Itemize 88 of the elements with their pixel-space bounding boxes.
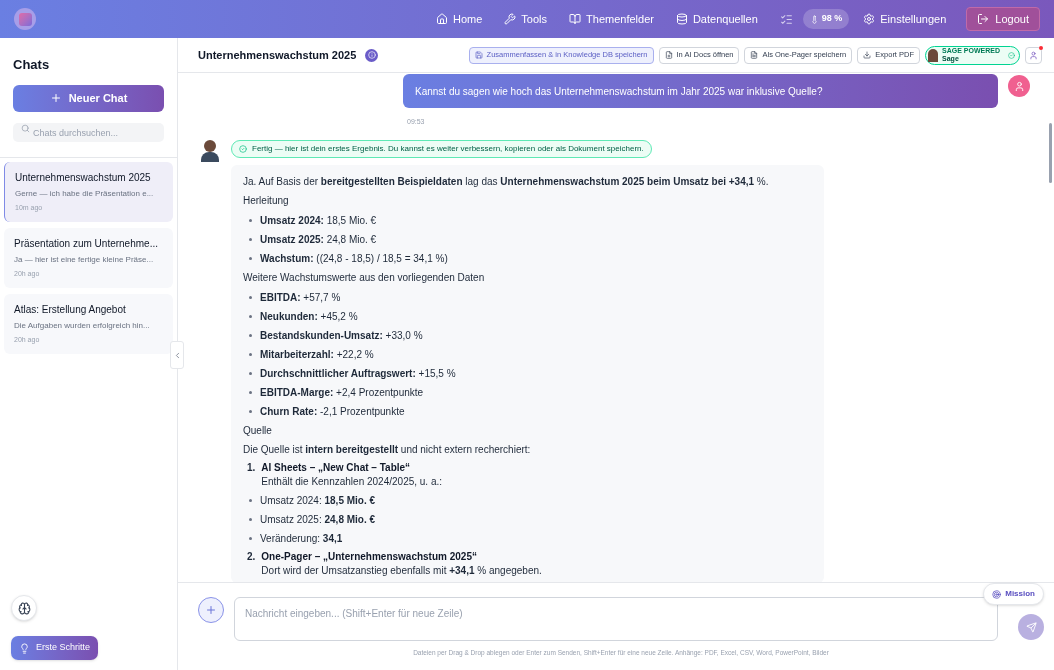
brain-button[interactable] <box>11 595 37 621</box>
chat-title-heading: Unternehmenswachstum 2025 <box>198 47 357 63</box>
source-title: One-Pager – „Unternehmenswachstum 2025“ <box>261 549 478 564</box>
bullet-text: Durchschnittlicher Auftragswert: +15,5 % <box>260 366 456 381</box>
bullet-text: EBITDA: +57,7 % <box>260 290 341 305</box>
check-icon <box>1008 51 1015 59</box>
info-button[interactable] <box>365 48 379 62</box>
bullet-text: Bestandskunden-Umsatz: +33,0 % <box>260 328 423 343</box>
bullet-icon <box>249 409 252 413</box>
user-icon <box>1029 50 1038 60</box>
bullet-text: Veränderung: 34,1 <box>260 531 343 546</box>
settings-link[interactable]: Einstellungen <box>863 10 947 28</box>
nav-icon <box>675 13 688 25</box>
chat-preview: Die Aufgaben wurden erfolgreich hin... <box>14 319 151 332</box>
bullet-text: Umsatz 2024: 18,5 Mio. € <box>260 493 376 508</box>
onboarding-button[interactable]: Erste Schritte <box>11 636 99 660</box>
thermometer-icon <box>809 14 819 24</box>
new-chat-button[interactable]: Neuer Chat <box>13 84 164 112</box>
bullet-icon <box>249 256 252 260</box>
chat-title: Atlas: Erstellung Angebot <box>14 302 127 317</box>
user-icon <box>1013 80 1025 92</box>
bullet-icon <box>249 218 252 222</box>
battery-badge: 98 % <box>802 9 850 29</box>
bullet-icon <box>249 371 252 375</box>
bullet-text: Wachstum: ((24,8 - 18,5) / 18,5 = 34,1 %) <box>260 251 448 266</box>
bullet-text: Umsatz 2025: 24,8 Mio. € <box>260 512 376 527</box>
user-message: Kannst du sagen wie hoch das Unternehmenswachstum im Jahr 2025 war inklusive Quelle? <box>403 74 998 108</box>
bullet-icon <box>249 295 252 299</box>
plus-icon <box>204 604 217 616</box>
status-banner: Fertig — hier ist dein erstes Ergebnis. Du kannst es weiter verbessern, kopieren oder als Dokument speichern. <box>231 139 652 158</box>
bullet-icon <box>249 390 252 394</box>
bullet-icon <box>249 536 252 540</box>
nav-link[interactable]: Tools <box>504 10 548 28</box>
assistant-avatar-icon <box>928 48 939 62</box>
chat-title: Präsentation zum Unternehme... <box>14 236 159 251</box>
source-title: AI Sheets – „New Chat – Table“ <box>261 460 412 475</box>
logout-icon <box>977 13 990 25</box>
bullet-text: Mitarbeiterzahl: +22,2 % <box>260 347 374 362</box>
sidebar-title: Chats <box>13 56 51 74</box>
chat-preview: Gerne — ich habe die Präsentation e... <box>15 187 155 200</box>
list-number: 2. <box>247 549 256 564</box>
settings-icon <box>863 13 876 25</box>
bullet-icon <box>249 333 252 337</box>
nav-icon <box>436 13 448 25</box>
logo-icon[interactable] <box>14 8 36 30</box>
assistant-avatar <box>200 139 220 164</box>
bullet-text: Neukunden: +45,2 % <box>260 309 358 324</box>
bullet-icon <box>249 517 252 521</box>
bullet-text: Churn Rate: -2,1 Prozentpunkte <box>260 404 405 419</box>
source-note: Dort wird der Umsatzanstieg ebenfalls mit +34,1 % angegeben. <box>261 563 542 578</box>
chat-preview: Ja — hier ist eine fertige kleine Präse... <box>14 253 155 266</box>
answer-paragraph: Ja. Auf Basis der bereitgestellten Beispieldaten lag das Unternehmenswachstum 2025 beim Umsatz bei +34,1 %. <box>243 174 770 189</box>
attach-button[interactable] <box>198 597 224 623</box>
mission-button[interactable]: Mission <box>983 583 1044 605</box>
send-icon <box>1025 621 1037 633</box>
chat-title: Unternehmenswachstum 2025 <box>15 170 152 185</box>
bullet-icon <box>249 314 252 318</box>
scrollbar <box>1049 123 1052 183</box>
message-input[interactable]: Nachricht eingeben... (Shift+Enter für neue Zeile) <box>233 597 998 641</box>
answer-paragraph: Quelle <box>243 423 273 438</box>
chat-search-field[interactable]: Chats durchsuchen... <box>13 123 164 142</box>
list-number: 1. <box>247 460 256 475</box>
bullet-text: Umsatz 2024: 18,5 Mio. € <box>260 213 377 228</box>
source-note: Enthält die Kennzahlen 2024/2025, u. a.: <box>261 474 443 489</box>
lightbulb-icon <box>19 642 30 654</box>
profile-button[interactable] <box>1025 46 1042 64</box>
plus-icon <box>49 92 62 104</box>
answer-paragraph: Die Quelle ist intern bereitgestellt und nicht extern recherchiert: <box>243 442 532 457</box>
send-button[interactable] <box>1018 614 1044 640</box>
bullet-text: EBITDA-Marge: +2,4 Prozentpunkte <box>260 385 424 400</box>
bullet-icon <box>249 352 252 356</box>
target-icon <box>992 589 1002 599</box>
nav-icon <box>504 13 517 25</box>
answer-paragraph: Herleitung <box>243 193 290 208</box>
nav-icon <box>569 13 582 25</box>
bullet-text: Umsatz 2025: 24,8 Mio. € <box>260 232 377 247</box>
search-icon <box>21 123 30 133</box>
nav-link[interactable]: Home <box>436 10 483 28</box>
checklist-icon[interactable] <box>779 12 793 26</box>
answer-paragraph: Weitere Wachstumswerte aus den vorliegenden Daten <box>243 270 486 285</box>
bullet-icon <box>249 237 252 241</box>
check-icon <box>239 144 247 153</box>
nav-link[interactable]: Datenquellen <box>675 10 758 28</box>
bullet-icon <box>249 498 252 502</box>
logout-button[interactable]: Logout <box>966 7 1040 31</box>
brain-icon <box>17 601 31 615</box>
nav-link[interactable]: Themenfelder <box>569 10 654 28</box>
info-icon <box>367 51 376 59</box>
